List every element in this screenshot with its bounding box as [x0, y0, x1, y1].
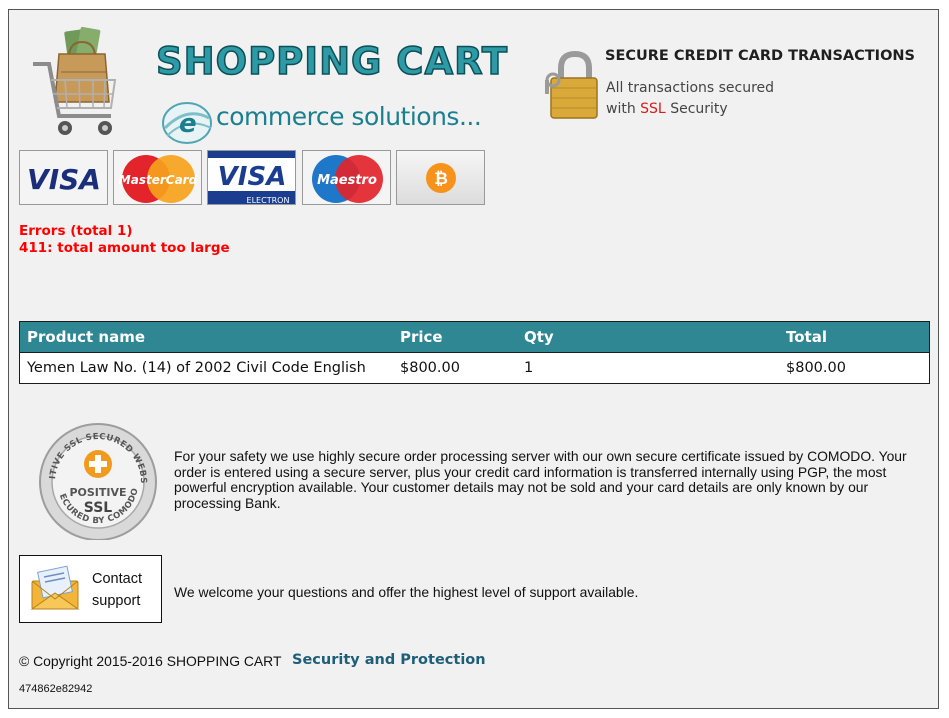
maestro-card-icon: Maestro: [302, 150, 391, 205]
svg-text:SSL: SSL: [84, 500, 113, 516]
visa-card-icon: VISA: [19, 150, 108, 205]
product-name-cell: Yemen Law No. (14) of 2002 Civil Code En…: [27, 360, 366, 376]
ssl-word: SSL: [640, 101, 666, 117]
safety-description: For your safety we use highly secure ord…: [174, 448, 907, 511]
column-product-name: Product name: [19, 321, 393, 353]
support-welcome-text: We welcome your questions and offer the …: [174, 584, 639, 600]
svg-text:ELECTRON: ELECTRON: [247, 196, 290, 205]
column-price: Price: [393, 321, 517, 353]
table-row: Yemen Law No. (14) of 2002 Civil Code En…: [20, 353, 930, 384]
svg-text:Maestro: Maestro: [317, 173, 377, 188]
mastercard-icon: MasterCard: [113, 150, 202, 205]
contact-label-line2: support: [92, 593, 141, 609]
contact-label-line1: Contact: [92, 571, 142, 587]
secure-line-1: All transactions secured: [606, 80, 775, 96]
cart-table: Product name Price Qty Total Yemen Law N…: [19, 321, 930, 384]
error-item: 411: total amount too large: [19, 239, 230, 256]
page-frame: SHOPPING CART e commerce solutions... SE…: [8, 9, 939, 709]
svg-text:e: e: [179, 109, 197, 139]
contact-support-label: Contact support: [92, 568, 142, 612]
secure-line-2-suffix: Security: [670, 101, 728, 117]
price-cell: $800.00: [400, 360, 460, 376]
svg-text:VISA: VISA: [27, 163, 101, 196]
secure-transactions-title: SECURE CREDIT CARD TRANSACTIONS: [605, 48, 915, 64]
total-cell: $800.00: [786, 360, 846, 376]
svg-text:₿: ₿: [434, 169, 448, 189]
e-globe-icon: e: [162, 102, 212, 144]
secure-line-2-prefix: with: [606, 101, 636, 117]
brand-subtitle: commerce solutions...: [216, 102, 482, 131]
column-total: Total: [779, 321, 930, 353]
bitcoin-icon: ₿: [396, 150, 485, 205]
session-id: 474862e82942: [19, 683, 93, 695]
security-and-protection-link[interactable]: Security and Protection: [292, 652, 486, 668]
copyright-text: © Copyright 2015-2016 SHOPPING CART: [19, 653, 282, 669]
error-messages: Errors (total 1) 411: total amount too l…: [19, 223, 230, 256]
brand-title: SHOPPING CART: [155, 39, 509, 84]
svg-text:POSITIVE: POSITIVE: [69, 486, 126, 499]
shopping-cart-icon: [33, 26, 117, 135]
contact-support-button[interactable]: Contact support: [19, 555, 162, 623]
svg-text:MasterCard: MasterCard: [119, 173, 198, 187]
padlock-icon: [545, 50, 598, 119]
envelope-icon: [30, 565, 80, 610]
qty-cell: 1: [524, 360, 534, 376]
secure-line-2: with SSL Security: [606, 101, 728, 117]
svg-text:VISA: VISA: [218, 162, 287, 192]
visa-electron-card-icon: VISA ELECTRON: [207, 150, 296, 205]
column-qty: Qty: [517, 321, 779, 353]
cart-table-header: Product name Price Qty Total: [19, 321, 930, 353]
positive-ssl-seal-icon: POSITIVE SSL SECURED WEBSITE SECURED BY …: [33, 420, 157, 540]
error-title: Errors (total 1): [19, 223, 133, 239]
